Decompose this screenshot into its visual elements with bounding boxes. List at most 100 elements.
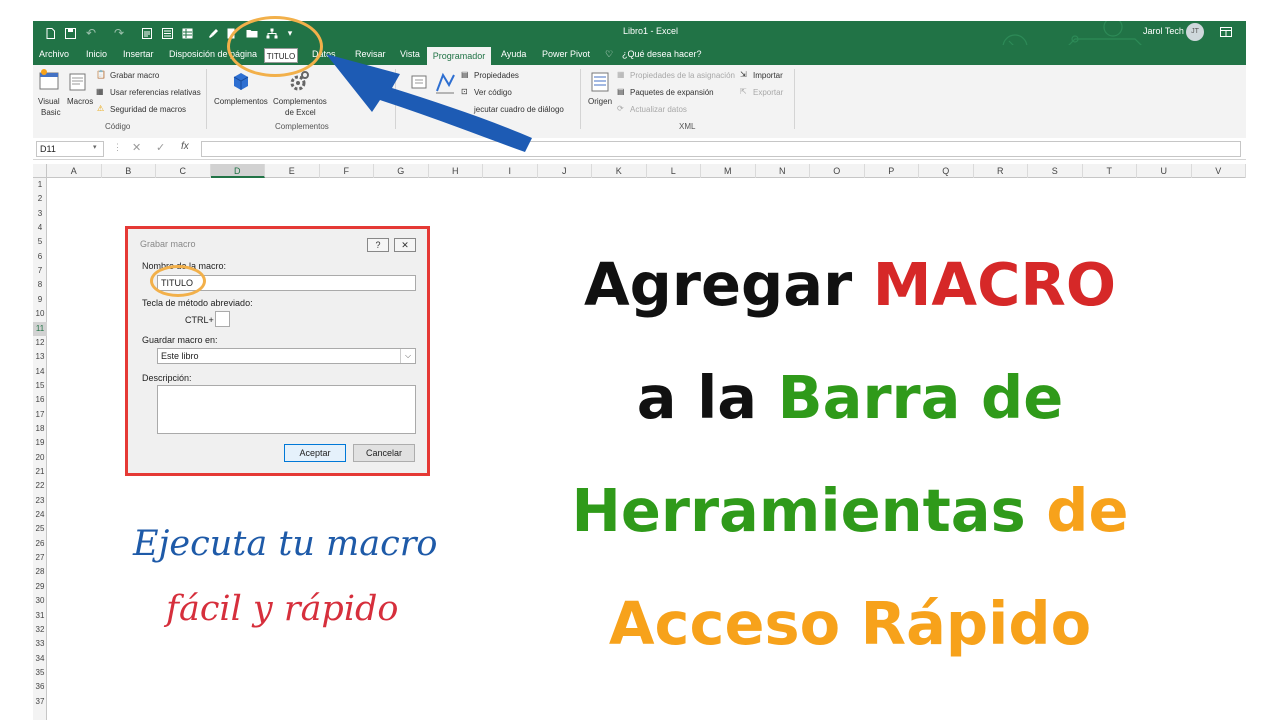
actualizar-datos-button[interactable]: Actualizar datos bbox=[630, 105, 687, 114]
row-header-2[interactable]: 2 bbox=[33, 192, 47, 206]
row-header-13[interactable]: 13 bbox=[33, 350, 47, 364]
origen-icon[interactable] bbox=[590, 71, 610, 93]
row-header-22[interactable]: 22 bbox=[33, 479, 47, 493]
visual-basic-label-2[interactable]: Basic bbox=[41, 108, 61, 117]
complementos-excel-label-1[interactable]: Complementos bbox=[273, 97, 327, 106]
row-header-12[interactable]: 12 bbox=[33, 336, 47, 350]
chevron-down-icon[interactable]: ▾ bbox=[93, 143, 97, 151]
grabar-macro-button[interactable]: Grabar macro bbox=[110, 71, 159, 80]
exportar-button[interactable]: Exportar bbox=[753, 88, 783, 97]
row-header-11[interactable]: 11 bbox=[33, 321, 47, 336]
shortcut-key-input[interactable] bbox=[215, 311, 230, 327]
column-header-s[interactable]: S bbox=[1028, 164, 1083, 178]
brush-icon[interactable] bbox=[206, 25, 220, 41]
row-header-17[interactable]: 17 bbox=[33, 408, 47, 422]
row-header-34[interactable]: 34 bbox=[33, 652, 47, 666]
paquetes-expansion-button[interactable]: Paquetes de expansión bbox=[630, 88, 714, 97]
insert-function-icon[interactable]: fx bbox=[181, 141, 189, 152]
column-header-n[interactable]: N bbox=[756, 164, 810, 178]
undo-icon[interactable]: ↶ bbox=[83, 25, 99, 41]
ribbon-display-options-icon[interactable] bbox=[1220, 26, 1232, 38]
column-header-f[interactable]: F bbox=[320, 164, 374, 178]
row-header-25[interactable]: 25 bbox=[33, 522, 47, 536]
column-header-d[interactable]: D bbox=[210, 164, 265, 178]
column-header-r[interactable]: R bbox=[974, 164, 1028, 178]
row-header-6[interactable]: 6 bbox=[33, 250, 47, 264]
tab-power-pivot[interactable]: Power Pivot bbox=[542, 49, 590, 59]
chevron-down-icon[interactable]: ⌵ bbox=[400, 349, 415, 363]
row-header-16[interactable]: 16 bbox=[33, 393, 47, 407]
cancel-icon[interactable]: ✕ bbox=[132, 141, 141, 154]
row-header-32[interactable]: 32 bbox=[33, 623, 47, 637]
column-header-u[interactable]: U bbox=[1137, 164, 1192, 178]
row-header-21[interactable]: 21 bbox=[33, 465, 47, 479]
row-header-7[interactable]: 7 bbox=[33, 264, 47, 278]
store-macro-select[interactable]: Este libro bbox=[157, 348, 416, 364]
row-header-5[interactable]: 5 bbox=[33, 235, 47, 249]
propiedades-asignacion-button[interactable]: Propiedades de la asignación bbox=[630, 71, 735, 80]
cancelar-button[interactable]: Cancelar bbox=[353, 444, 415, 462]
row-header-28[interactable]: 28 bbox=[33, 565, 47, 579]
column-header-g[interactable]: G bbox=[374, 164, 429, 178]
row-header-4[interactable]: 4 bbox=[33, 221, 47, 235]
tab-inicio[interactable]: Inicio bbox=[86, 49, 107, 59]
row-header-8[interactable]: 8 bbox=[33, 278, 47, 292]
column-header-q[interactable]: Q bbox=[919, 164, 974, 178]
column-header-j[interactable]: J bbox=[538, 164, 592, 178]
row-header-29[interactable]: 29 bbox=[33, 580, 47, 594]
row-header-14[interactable]: 14 bbox=[33, 365, 47, 379]
form-icon[interactable] bbox=[160, 25, 174, 41]
print-preview-icon[interactable] bbox=[140, 25, 154, 41]
row-header-36[interactable]: 36 bbox=[33, 680, 47, 694]
column-header-p[interactable]: P bbox=[865, 164, 919, 178]
row-header-30[interactable]: 30 bbox=[33, 594, 47, 608]
column-header-v[interactable]: V bbox=[1192, 164, 1246, 178]
complementos-button[interactable]: Complementos bbox=[214, 97, 268, 106]
column-header-a[interactable]: A bbox=[47, 164, 102, 178]
row-header-31[interactable]: 31 bbox=[33, 609, 47, 623]
tab-insertar[interactable]: Insertar bbox=[123, 49, 154, 59]
row-header-37[interactable]: 37 bbox=[33, 695, 47, 709]
usar-referencias-button[interactable]: Usar referencias relativas bbox=[110, 88, 201, 97]
row-header-9[interactable]: 9 bbox=[33, 293, 47, 307]
sheet-icon[interactable] bbox=[180, 25, 194, 41]
macros-icon[interactable] bbox=[67, 69, 89, 93]
row-header-33[interactable]: 33 bbox=[33, 637, 47, 651]
visual-basic-label-1[interactable]: Visual bbox=[38, 97, 60, 106]
column-header-l[interactable]: L bbox=[647, 164, 701, 178]
check-icon[interactable]: ✓ bbox=[156, 141, 165, 154]
close-button[interactable]: ✕ bbox=[394, 238, 416, 252]
row-header-24[interactable]: 24 bbox=[33, 508, 47, 522]
select-all-corner[interactable] bbox=[33, 164, 47, 178]
seguridad-macros-button[interactable]: Seguridad de macros bbox=[110, 105, 186, 114]
tab-archivo[interactable]: Archivo bbox=[39, 49, 69, 59]
help-button[interactable]: ? bbox=[367, 238, 389, 252]
column-header-k[interactable]: K bbox=[592, 164, 647, 178]
new-file-icon[interactable] bbox=[43, 25, 57, 41]
column-header-c[interactable]: C bbox=[156, 164, 211, 178]
visual-basic-icon[interactable] bbox=[38, 69, 60, 93]
row-header-3[interactable]: 3 bbox=[33, 207, 47, 221]
complementos-icon[interactable] bbox=[230, 69, 252, 93]
column-header-m[interactable]: M bbox=[701, 164, 756, 178]
row-header-18[interactable]: 18 bbox=[33, 422, 47, 436]
column-header-e[interactable]: E bbox=[265, 164, 320, 178]
origen-button[interactable]: Origen bbox=[588, 97, 612, 106]
row-header-1[interactable]: 1 bbox=[33, 178, 47, 192]
row-header-23[interactable]: 23 bbox=[33, 494, 47, 508]
column-header-i[interactable]: I bbox=[483, 164, 538, 178]
row-header-10[interactable]: 10 bbox=[33, 307, 47, 321]
column-header-b[interactable]: B bbox=[102, 164, 156, 178]
column-header-o[interactable]: O bbox=[810, 164, 865, 178]
column-header-t[interactable]: T bbox=[1083, 164, 1137, 178]
macros-label[interactable]: Macros bbox=[67, 97, 93, 106]
row-header-20[interactable]: 20 bbox=[33, 451, 47, 465]
row-header-27[interactable]: 27 bbox=[33, 551, 47, 565]
row-header-15[interactable]: 15 bbox=[33, 379, 47, 393]
user-avatar[interactable]: JT bbox=[1186, 23, 1204, 41]
redo-icon[interactable]: ↷ bbox=[111, 25, 127, 41]
complementos-excel-label-2[interactable]: de Excel bbox=[285, 108, 316, 117]
aceptar-button[interactable]: Aceptar bbox=[284, 444, 346, 462]
importar-button[interactable]: Importar bbox=[753, 71, 783, 80]
row-header-26[interactable]: 26 bbox=[33, 537, 47, 551]
